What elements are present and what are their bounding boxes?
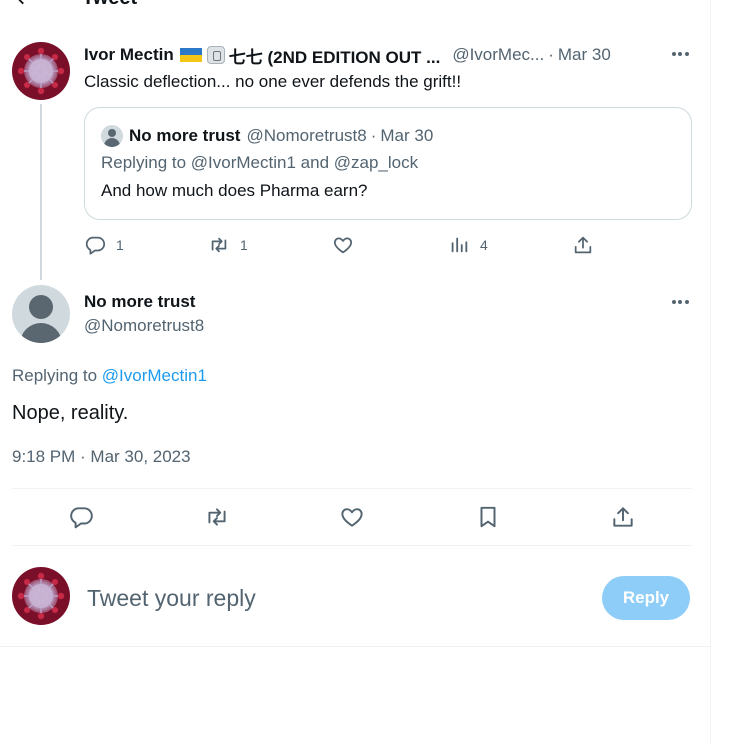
- thread-line: [40, 104, 42, 280]
- quote-avatar: [101, 125, 123, 147]
- separator-dot: ·: [370, 126, 377, 145]
- replying-user: @IvorMectin1: [190, 153, 296, 172]
- views-icon: [451, 237, 468, 253]
- like-icon: [341, 508, 363, 527]
- bookmark-icon: [480, 506, 496, 528]
- virus-avatar-image: [12, 567, 70, 625]
- bookmark-button[interactable]: [475, 504, 501, 530]
- retweet-icon: [208, 508, 226, 526]
- reply-count: 1: [116, 237, 124, 253]
- main-handle[interactable]: @Nomoretrust8: [84, 316, 204, 336]
- reply-input[interactable]: Tweet your reply: [87, 585, 256, 612]
- quote-replying-to: Replying to @IvorMectin1 and @zap_lock: [101, 153, 418, 173]
- ukraine-flag-icon: [179, 48, 202, 62]
- main-tweet-text: Nope, reality.: [12, 402, 129, 424]
- like-icon: [334, 237, 352, 254]
- quoted-tweet[interactable]: No more trust @Nomoretrust8 · Mar 30 Rep…: [84, 107, 692, 220]
- reply-submit-button[interactable]: Reply: [602, 576, 690, 620]
- page-header: Tweet: [0, 0, 710, 10]
- separator-dot: ·: [548, 45, 554, 64]
- reply-icon: [85, 236, 106, 255]
- retweet-icon: [211, 237, 227, 253]
- reply-button[interactable]: 1: [84, 234, 124, 256]
- share-button[interactable]: [572, 234, 594, 256]
- replying-user: @zap_lock: [333, 153, 419, 172]
- like-button[interactable]: [332, 234, 354, 256]
- main-tweet-actions: [12, 504, 692, 530]
- parent-tweet-header: Ivor Mectin 七七 (2ND EDITION OUT ... @Ivo…: [84, 43, 611, 68]
- more-icon[interactable]: [669, 43, 691, 65]
- divider: [12, 488, 692, 489]
- retweet-button[interactable]: 1: [208, 234, 248, 256]
- column-border: [710, 0, 711, 745]
- parent-tweet-text: Classic deflection... no one ever defend…: [84, 72, 462, 91]
- more-icon[interactable]: [669, 291, 691, 313]
- like-button[interactable]: [339, 504, 365, 530]
- share-icon: [613, 507, 633, 527]
- page-title: Tweet: [82, 0, 137, 10]
- reply-button[interactable]: [68, 504, 94, 530]
- share-icon: [574, 236, 592, 254]
- virus-avatar-image: [12, 42, 70, 100]
- retweet-count: 1: [240, 237, 248, 253]
- avatar-ivor[interactable]: [12, 42, 70, 100]
- views-button[interactable]: 4: [448, 234, 488, 256]
- main-display-name[interactable]: No more trust: [84, 292, 195, 312]
- replying-and: and: [300, 153, 330, 172]
- main-replying-to: Replying to @IvorMectin1: [12, 366, 207, 386]
- replying-prefix: Replying to: [101, 153, 187, 172]
- parent-date[interactable]: Mar 30: [558, 45, 611, 65]
- views-count: 4: [480, 237, 488, 253]
- current-user-avatar[interactable]: [12, 567, 70, 625]
- avatar-nomoretrust[interactable]: [12, 285, 70, 343]
- emoji-icon: [206, 46, 225, 64]
- retweet-button[interactable]: [204, 504, 230, 530]
- replying-prefix: Replying to: [12, 366, 98, 385]
- quote-text: And how much does Pharma earn?: [101, 181, 368, 200]
- reply-icon: [70, 507, 93, 529]
- replying-user-link[interactable]: @IvorMectin1: [102, 366, 207, 385]
- parent-display-name[interactable]: Ivor Mectin: [84, 45, 174, 65]
- quote-display-name: No more trust: [129, 126, 241, 145]
- tweet-timestamp[interactable]: 9:18 PM · Mar 30, 2023: [12, 447, 191, 467]
- back-arrow-icon[interactable]: [12, 0, 34, 8]
- quoted-tweet-header: No more trust @Nomoretrust8 · Mar 30: [101, 125, 433, 147]
- share-button[interactable]: [610, 504, 636, 530]
- divider: [0, 646, 710, 647]
- parent-name-suffix[interactable]: 七七 (2ND EDITION OUT ...: [229, 43, 441, 68]
- parent-tweet-actions: 1 1 4: [84, 234, 614, 258]
- divider: [12, 545, 692, 546]
- quote-date: Mar 30: [380, 126, 434, 145]
- quote-handle: @Nomoretrust8: [246, 126, 367, 145]
- parent-handle[interactable]: @IvorMec...: [452, 45, 544, 65]
